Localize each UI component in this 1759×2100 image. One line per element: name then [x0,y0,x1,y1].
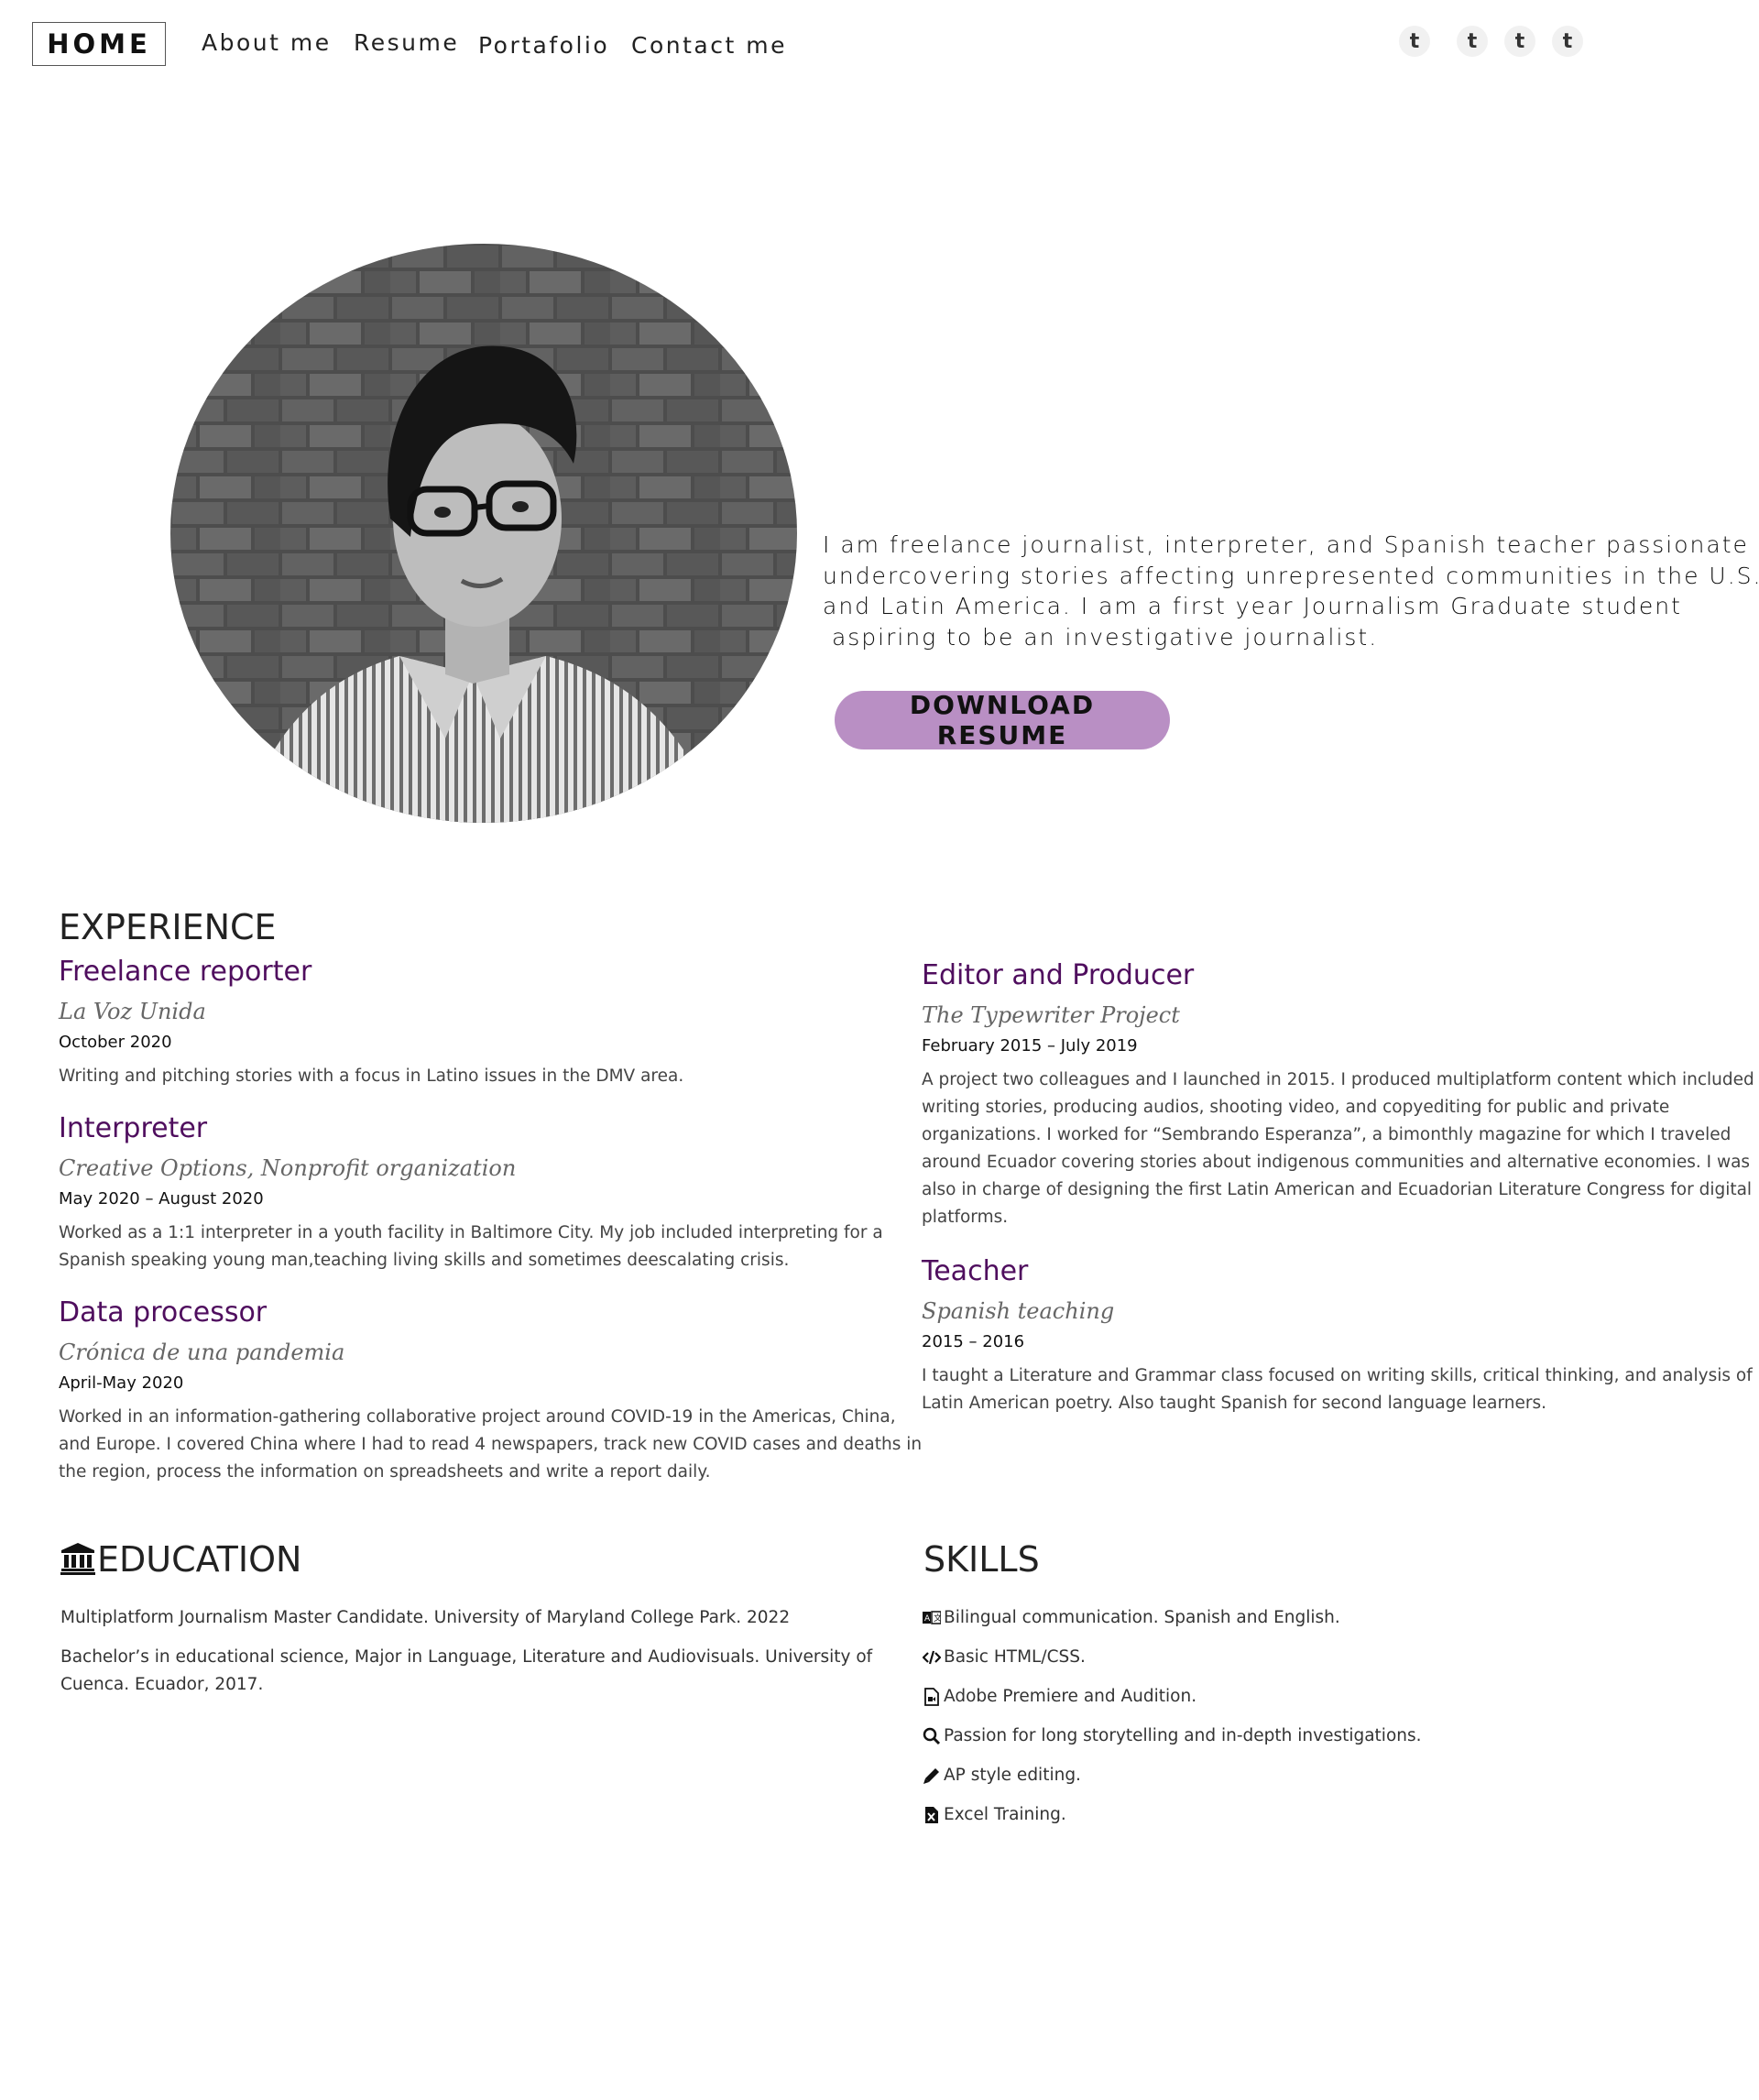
tumblr-icon[interactable]: t [1457,26,1488,57]
job-description-line: around Ecuador covering stories about in… [922,1153,1751,1172]
job-description-line: A project two colleagues and I launched … [922,1070,1754,1089]
job-organization: Spanish teaching [922,1298,1115,1324]
job-title: Editor and Producer [922,959,1195,991]
intro-line: and Latin America. I am a first year Jou… [823,593,1682,619]
experience-item: Freelance reporter La Voz Unida October … [59,955,883,1090]
job-description-line: Worked as a 1:1 interpreter in a youth f… [59,1223,883,1242]
job-description: A project two colleagues and I launched … [922,1066,1754,1231]
search-icon [922,1726,942,1746]
intro-line: aspiring to be an investigative journali… [823,623,1379,651]
skill-item: AP style editing. [922,1762,1081,1789]
skill-text: Adobe Premiere and Audition. [944,1687,1197,1706]
job-title: Freelance reporter [59,956,312,988]
job-description-line: platforms. [922,1208,1009,1227]
job-organization: Crónica de una pandemia [59,1340,345,1365]
experience-item: Data processor Crónica de una pandemia A… [59,1296,923,1486]
job-description-line: I taught a Literature and Grammar class … [922,1366,1753,1385]
university-icon [60,1542,95,1583]
job-title: Data processor [59,1296,268,1329]
pencil-icon [922,1766,942,1786]
job-date: February 2015 – July 2019 [922,1036,1138,1055]
job-date: October 2020 [59,1033,172,1052]
skill-text: Excel Training. [944,1805,1066,1824]
education-item: Bachelor’s in educational science, Major… [60,1644,872,1699]
job-description-line: Latin American poetry. Also taught Spani… [922,1394,1546,1413]
nav-about-me[interactable]: About me [202,29,332,56]
job-description: Worked in an information-gathering colla… [59,1404,923,1486]
intro-line: undercovering stories affecting unrepres… [823,562,1759,589]
experience-heading: EXPERIENCE [59,907,277,947]
skill-item: Adobe Premiere and Audition. [922,1683,1196,1711]
job-description: Writing and pitching stories with a focu… [59,1063,883,1090]
skill-text: Basic HTML/CSS. [944,1647,1086,1667]
tumblr-icon[interactable]: t [1399,26,1430,57]
job-date: 2015 – 2016 [922,1332,1025,1351]
nav-portafolio[interactable]: Portafolio [478,32,609,59]
job-description-line: writing stories, producing audios, shoot… [922,1098,1670,1117]
home-button[interactable]: HOME [32,22,166,66]
job-description-line: Writing and pitching stories with a focu… [59,1066,684,1086]
tumblr-icon[interactable]: t [1552,26,1583,57]
intro-text: I am freelance journalist, interpreter, … [823,530,1759,652]
job-description-line: the region, process the information on s… [59,1462,711,1482]
language-icon: A文 [922,1608,942,1628]
education-item: Multiplatform Journalism Master Candidat… [60,1604,790,1632]
intro-line: I am freelance journalist, interpreter, … [823,531,1759,558]
download-resume-button[interactable]: DOWNLOAD RESUME [835,690,1170,750]
skill-text: Passion for long storytelling and in-dep… [944,1726,1422,1745]
job-description-line: Spanish speaking young man,teaching livi… [59,1251,790,1270]
job-organization: Creative Options, Nonprofit organization [59,1155,517,1181]
job-organization: The Typewriter Project [922,1002,1180,1028]
education-heading: EDUCATION [60,1539,301,1583]
job-description: Worked as a 1:1 interpreter in a youth f… [59,1220,883,1274]
tumblr-icon[interactable]: t [1504,26,1535,57]
skill-item: Basic HTML/CSS. [922,1644,1086,1671]
job-title: Interpreter [59,1112,208,1144]
skill-item: Excel Training. [922,1801,1066,1829]
education-line: Bachelor’s in educational science, Major… [60,1647,873,1667]
job-description-line: Worked in an information-gathering colla… [59,1407,896,1427]
job-date: May 2020 – August 2020 [59,1189,264,1209]
job-description-line: also in charge of designing the first La… [922,1180,1753,1199]
skill-text: Bilingual communication. Spanish and Eng… [944,1608,1340,1627]
experience-item: Teacher Spanish teaching 2015 – 2016 I t… [922,1254,1753,1417]
profile-photo [170,244,797,823]
skills-heading: SKILLS [923,1539,1040,1580]
experience-item: Interpreter Creative Options, Nonprofit … [59,1111,883,1274]
skill-item: Passion for long storytelling and in-dep… [922,1723,1422,1750]
svg-text:文: 文 [934,1613,941,1624]
code-icon [922,1647,942,1668]
experience-item: Editor and Producer The Typewriter Proje… [922,958,1754,1231]
video-file-icon [922,1687,942,1707]
job-description-line: organizations. I worked for “Sembrando E… [922,1125,1732,1144]
education-line: Multiplatform Journalism Master Candidat… [60,1608,791,1627]
nav-resume[interactable]: Resume [354,29,459,56]
job-title: Teacher [922,1255,1029,1287]
education-title: EDUCATION [97,1539,302,1580]
excel-file-icon [922,1805,942,1825]
svg-text:A: A [924,1614,931,1624]
nav-contact-me[interactable]: Contact me [631,32,787,59]
skill-text: AP style editing. [944,1766,1081,1785]
skill-item: A文 Bilingual communication. Spanish and … [922,1604,1340,1632]
job-date: April-May 2020 [59,1373,184,1393]
job-description: I taught a Literature and Grammar class … [922,1362,1753,1417]
job-description-line: and Europe. I covered China where I had … [59,1435,923,1454]
education-line: Cuenca. Ecuador, 2017. [60,1675,264,1694]
job-organization: La Voz Unida [59,999,206,1024]
